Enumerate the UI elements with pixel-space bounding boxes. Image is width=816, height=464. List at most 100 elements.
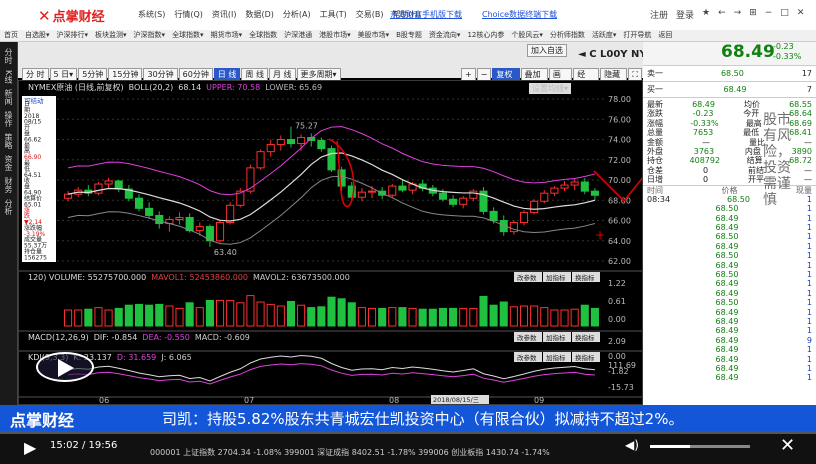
- left-nav-item[interactable]: 操作: [3, 111, 14, 127]
- chart-area[interactable]: NYMEX原油 (日线,前复权) BOLL(20,2) 68.14 UPPER: 70…: [18, 80, 645, 405]
- tick-row: 68.49 1: [643, 261, 816, 270]
- nav-item[interactable]: 沪深指数▾: [134, 30, 166, 41]
- tick-cell: 1: [806, 288, 812, 298]
- candle-body: [216, 222, 225, 242]
- nav-item[interactable]: 港股市场▾: [319, 30, 351, 41]
- progress-track[interactable]: [0, 431, 816, 434]
- legend-item: LOWER: 65.69: [265, 83, 322, 92]
- play-icon[interactable]: ▶: [24, 438, 36, 457]
- menu-news[interactable]: 资讯(I): [212, 9, 237, 20]
- left-nav-item[interactable]: 分时: [3, 48, 14, 64]
- quote-field-cell: -0.23: [692, 109, 714, 119]
- tick-cell: 1: [806, 363, 812, 373]
- app-name: 点掌财经: [52, 10, 105, 25]
- star-icon[interactable]: ★: [702, 8, 710, 21]
- tick-cell: 68.49: [715, 326, 739, 336]
- quote-field-cell: 7653: [692, 128, 714, 138]
- legend-item: 68.14: [178, 83, 201, 92]
- nav-item[interactable]: 首页: [4, 30, 18, 41]
- nav-item[interactable]: 分析师指数: [550, 30, 585, 41]
- maximize-button[interactable]: □: [780, 8, 789, 21]
- add-watchlist-button[interactable]: 加入自选: [527, 44, 567, 57]
- tick-row: 68.49 1: [643, 345, 816, 354]
- fullscreen-icon[interactable]: ✕: [780, 435, 795, 456]
- prev-instrument-icon[interactable]: ◄: [578, 49, 586, 60]
- vol-y-label: 1.22: [608, 279, 626, 288]
- sell-price: 68.50: [720, 69, 744, 78]
- register-link[interactable]: 注册: [650, 8, 668, 21]
- play-overlay-button[interactable]: [36, 352, 94, 382]
- volume-slider[interactable]: [650, 445, 750, 448]
- volume-bar: [438, 307, 447, 327]
- left-nav-item[interactable]: K线: [3, 70, 14, 83]
- left-nav-item[interactable]: 策略: [3, 133, 14, 149]
- nav-item[interactable]: 板块监测▾: [95, 30, 127, 41]
- vol-y-label: 0.61: [608, 297, 626, 306]
- candle-body: [570, 181, 579, 186]
- quote-field-cell: 408792: [689, 156, 721, 166]
- nav-item[interactable]: 打开导航: [623, 30, 651, 41]
- nav-item[interactable]: 沪深排行▾: [57, 30, 89, 41]
- back-icon[interactable]: ←: [718, 8, 726, 21]
- tick-row: 68.49 1: [643, 289, 816, 298]
- menu-data[interactable]: 数据(D): [245, 9, 273, 20]
- sell-label: 卖一: [647, 69, 663, 78]
- volume-icon[interactable]: ◀): [625, 438, 639, 452]
- nav-item[interactable]: 期货市场▾: [211, 30, 243, 41]
- menu-trade[interactable]: 交易(B): [356, 9, 384, 20]
- nav-item[interactable]: 活跃度▾: [592, 30, 617, 41]
- nav-item[interactable]: 自选股▾: [25, 30, 50, 41]
- tick-row: 68.49 1: [643, 317, 816, 326]
- tick-cell: 68.49: [715, 373, 739, 383]
- nav-item[interactable]: 资金流向▾: [429, 30, 461, 41]
- nav-item[interactable]: 全球指数: [249, 30, 277, 41]
- nav-item[interactable]: 全球指数▾: [172, 30, 204, 41]
- left-nav-item[interactable]: 分析: [3, 199, 14, 215]
- tick-cell: 1: [806, 326, 812, 336]
- minimize-button[interactable]: −: [765, 8, 773, 21]
- buy-row: 买一 68.49 7: [643, 82, 816, 98]
- ma-settings-label: 设置均线▾: [532, 83, 568, 93]
- nav-item[interactable]: 美股市场▾: [358, 30, 390, 41]
- tick-row: 68.50 1: [643, 298, 816, 307]
- legend-item: DIF: -0.854: [94, 333, 138, 342]
- menu-tools[interactable]: 工具(T): [320, 9, 347, 20]
- tick-cell: 9: [806, 335, 812, 345]
- tick-cell: 68.49: [715, 279, 739, 289]
- layout-icon[interactable]: ⊞: [749, 8, 757, 21]
- candle-body: [226, 204, 235, 224]
- volume-bar: [378, 307, 387, 327]
- left-nav-item[interactable]: 新闻: [3, 89, 14, 105]
- quote-field-cell: 前结: [748, 165, 765, 175]
- candle-body: [388, 185, 397, 196]
- legend-item: D: 31.659: [117, 353, 156, 362]
- menu-system[interactable]: 系统(S): [138, 9, 165, 20]
- tick-row: 68.50 1: [643, 270, 816, 279]
- nav-item[interactable]: 沪深港通: [284, 30, 312, 41]
- forward-icon[interactable]: →: [734, 8, 742, 21]
- nav-item[interactable]: 12核心内参: [467, 30, 504, 41]
- candle-body: [357, 191, 366, 198]
- menu-quotes[interactable]: 行情(Q): [174, 9, 203, 20]
- sub-pane-button-label: 改参数: [517, 273, 537, 282]
- menu-analysis[interactable]: 分析(A): [283, 9, 311, 20]
- candle-body: [256, 151, 265, 169]
- nav-item[interactable]: 返回: [658, 30, 672, 41]
- volume-bar: [114, 307, 123, 327]
- left-nav-item[interactable]: 资金: [3, 155, 14, 171]
- volume-bar: [499, 301, 508, 327]
- nav-item[interactable]: B股专题: [396, 30, 422, 41]
- volume-bar: [398, 307, 407, 327]
- nav-item[interactable]: 个股风云▾: [511, 30, 543, 41]
- chart-svg[interactable]: NYMEX原油 (日线,前复权) BOLL(20,2) 68.14 UPPER: 70…: [19, 81, 645, 405]
- volume-bar: [337, 298, 346, 327]
- login-link[interactable]: 登录: [676, 8, 694, 21]
- volume-bar: [418, 308, 427, 327]
- candle-body: [367, 190, 377, 193]
- promo-choice-link[interactable]: Choice数据终端下载: [482, 9, 557, 20]
- close-button[interactable]: ✕: [797, 8, 805, 21]
- left-nav-item[interactable]: 财务: [3, 177, 14, 193]
- promo-mobile-link[interactable]: 东方财富手机版下载: [390, 9, 462, 20]
- tick-cell: 68.50: [715, 204, 739, 214]
- macd-y-label: 2.09: [608, 337, 626, 346]
